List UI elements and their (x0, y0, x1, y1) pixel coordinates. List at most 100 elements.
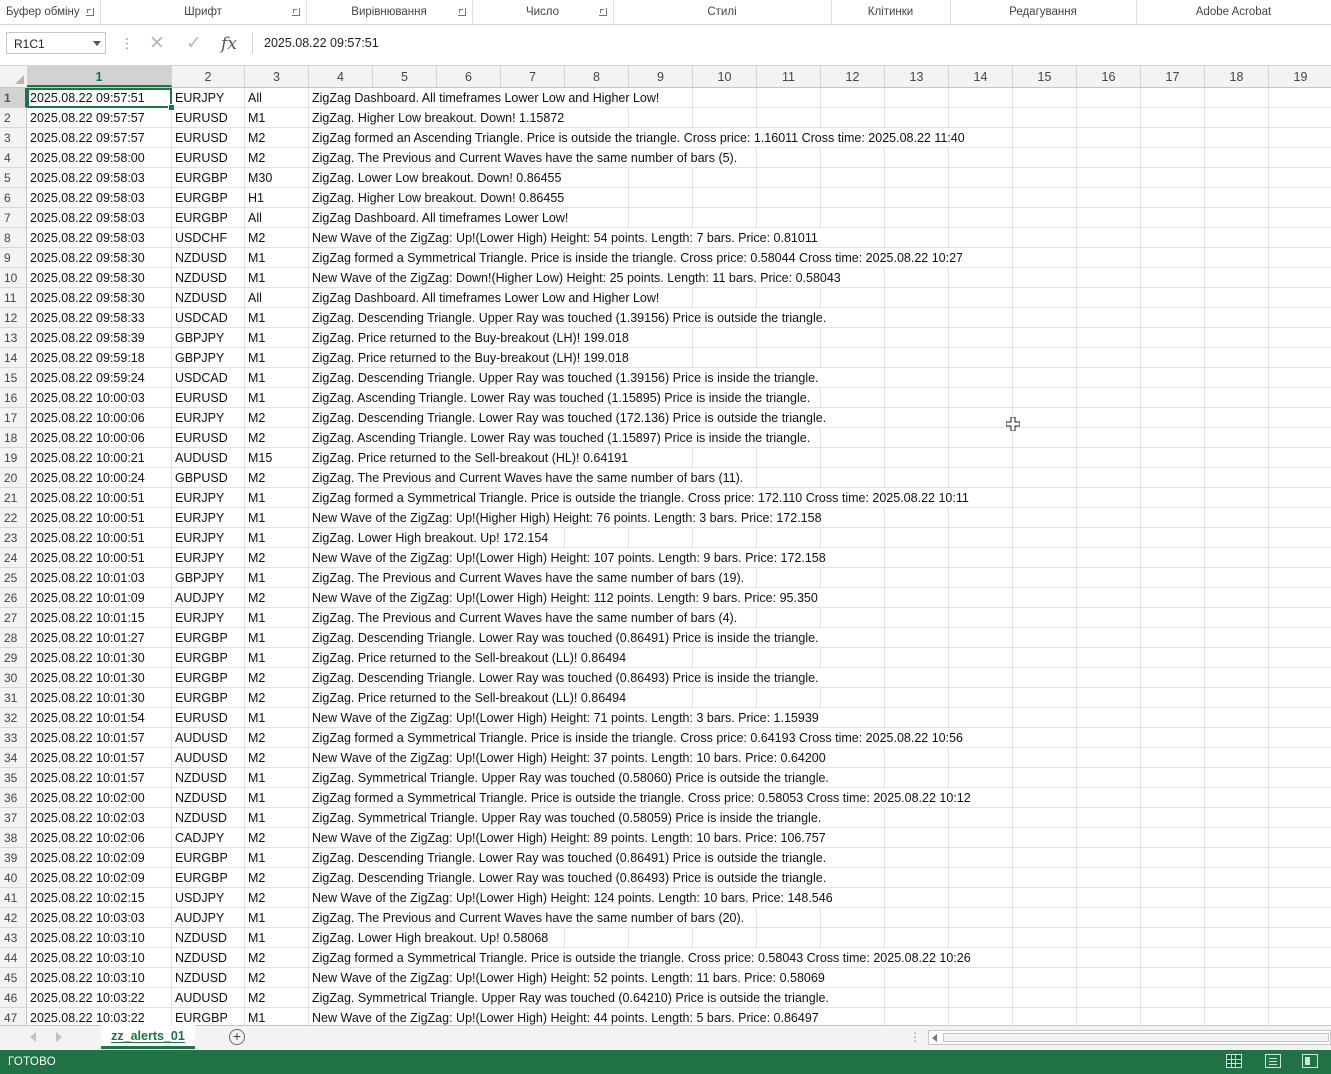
row-header[interactable]: 35 (0, 768, 27, 788)
cell-empty[interactable] (1141, 888, 1205, 908)
cell-empty[interactable] (757, 288, 821, 308)
row-header[interactable]: 24 (0, 548, 27, 568)
cell-empty[interactable] (1013, 408, 1077, 428)
cell-msg[interactable]: ZigZag. The Previous and Current Waves h… (309, 608, 737, 628)
cell-symbol[interactable]: USDCAD (172, 368, 245, 388)
column-header-7[interactable]: 7 (501, 66, 565, 87)
cell-date[interactable]: 2025.08.22 09:59:24 (27, 368, 172, 388)
cell-empty[interactable] (1205, 88, 1269, 108)
cell-empty[interactable] (1077, 108, 1141, 128)
cell-empty[interactable] (885, 228, 949, 248)
cell-msg[interactable]: ZigZag formed an Ascending Triangle. Pri… (309, 128, 965, 148)
cell-symbol[interactable]: EURUSD (172, 108, 245, 128)
row-header[interactable]: 15 (0, 368, 27, 388)
cell-empty[interactable] (1077, 248, 1141, 268)
cell-empty[interactable] (1205, 548, 1269, 568)
cell-msg[interactable]: ZigZag. Price returned to the Buy-breako… (309, 328, 629, 348)
cell-empty[interactable] (1205, 468, 1269, 488)
cell-empty[interactable] (885, 608, 949, 628)
cell-empty[interactable] (885, 928, 949, 948)
cell-symbol[interactable]: EURGBP (172, 848, 245, 868)
cell-tf[interactable]: M2 (245, 828, 309, 848)
cell-symbol[interactable]: CADJPY (172, 828, 245, 848)
cell-tf[interactable]: M30 (245, 168, 309, 188)
cell-empty[interactable] (1077, 128, 1141, 148)
column-header-1[interactable]: 1 (27, 66, 172, 87)
column-header-13[interactable]: 13 (885, 66, 949, 87)
cell-empty[interactable] (1077, 168, 1141, 188)
cell-empty[interactable] (949, 348, 1013, 368)
cell-empty[interactable] (949, 108, 1013, 128)
cell-empty[interactable] (1077, 808, 1141, 828)
row-header[interactable]: 33 (0, 728, 27, 748)
cell-empty[interactable] (757, 908, 821, 928)
cell-empty[interactable] (1269, 228, 1331, 248)
cell-empty[interactable] (1205, 248, 1269, 268)
row-header[interactable]: 36 (0, 788, 27, 808)
cell-tf[interactable]: M1 (245, 648, 309, 668)
cell-empty[interactable] (1013, 368, 1077, 388)
cell-empty[interactable] (949, 808, 1013, 828)
column-header-4[interactable]: 4 (309, 66, 373, 87)
cell-empty[interactable] (949, 748, 1013, 768)
cell-empty[interactable] (1141, 628, 1205, 648)
cell-empty[interactable] (949, 1008, 1013, 1026)
cell-msg[interactable]: ZigZag. Ascending Triangle. Lower Ray wa… (309, 428, 810, 448)
cell-tf[interactable]: M15 (245, 448, 309, 468)
cell-empty[interactable] (885, 208, 949, 228)
cell-empty[interactable] (949, 628, 1013, 648)
row-header[interactable]: 38 (0, 828, 27, 848)
cell-empty[interactable] (1013, 148, 1077, 168)
cell-empty[interactable] (1077, 208, 1141, 228)
cell-empty[interactable] (1205, 588, 1269, 608)
cell-date[interactable]: 2025.08.22 09:58:03 (27, 188, 172, 208)
cell-date[interactable]: 2025.08.22 10:00:03 (27, 388, 172, 408)
cell-empty[interactable] (1269, 608, 1331, 628)
scroll-left-icon[interactable] (932, 1034, 937, 1042)
cell-empty[interactable] (1077, 88, 1141, 108)
add-sheet-icon[interactable]: + (229, 1029, 245, 1045)
cell-date[interactable]: 2025.08.22 10:00:51 (27, 508, 172, 528)
cell-empty[interactable] (949, 608, 1013, 628)
column-header-18[interactable]: 18 (1205, 66, 1269, 87)
cell-empty[interactable] (1077, 828, 1141, 848)
cell-empty[interactable] (1013, 268, 1077, 288)
cell-empty[interactable] (1077, 488, 1141, 508)
cell-empty[interactable] (949, 88, 1013, 108)
cell-empty[interactable] (1141, 288, 1205, 308)
cell-symbol[interactable]: EURGBP (172, 168, 245, 188)
cell-date[interactable]: 2025.08.22 10:03:10 (27, 948, 172, 968)
row-header[interactable]: 3 (0, 128, 27, 148)
cell-empty[interactable] (885, 968, 949, 988)
cell-empty[interactable] (885, 88, 949, 108)
column-header-19[interactable]: 19 (1269, 66, 1331, 87)
column-header-9[interactable]: 9 (629, 66, 693, 87)
cell-empty[interactable] (821, 428, 885, 448)
column-header-10[interactable]: 10 (693, 66, 757, 87)
cell-date[interactable]: 2025.08.22 09:58:33 (27, 308, 172, 328)
dialog-launcher-icon[interactable] (599, 8, 607, 16)
cell-empty[interactable] (821, 668, 885, 688)
cell-tf[interactable]: M2 (245, 748, 309, 768)
cell-empty[interactable] (821, 908, 885, 928)
row-header[interactable]: 7 (0, 208, 27, 228)
cell-tf[interactable]: M2 (245, 948, 309, 968)
cell-date[interactable]: 2025.08.22 10:03:22 (27, 1008, 172, 1026)
cell-empty[interactable] (757, 928, 821, 948)
cell-empty[interactable] (1141, 708, 1205, 728)
cell-date[interactable]: 2025.08.22 10:01:15 (27, 608, 172, 628)
cell-empty[interactable] (1205, 768, 1269, 788)
cell-empty[interactable] (949, 568, 1013, 588)
cell-empty[interactable] (1141, 828, 1205, 848)
cell-empty[interactable] (693, 88, 757, 108)
cell-empty[interactable] (885, 888, 949, 908)
cell-date[interactable]: 2025.08.22 10:01:03 (27, 568, 172, 588)
cell-empty[interactable] (1205, 208, 1269, 228)
cell-empty[interactable] (1077, 348, 1141, 368)
cell-tf[interactable]: M1 (245, 808, 309, 828)
cell-empty[interactable] (1141, 988, 1205, 1008)
cell-date[interactable]: 2025.08.22 10:00:51 (27, 548, 172, 568)
cell-empty[interactable] (821, 348, 885, 368)
cell-symbol[interactable]: AUDJPY (172, 588, 245, 608)
cell-symbol[interactable]: EURJPY (172, 408, 245, 428)
